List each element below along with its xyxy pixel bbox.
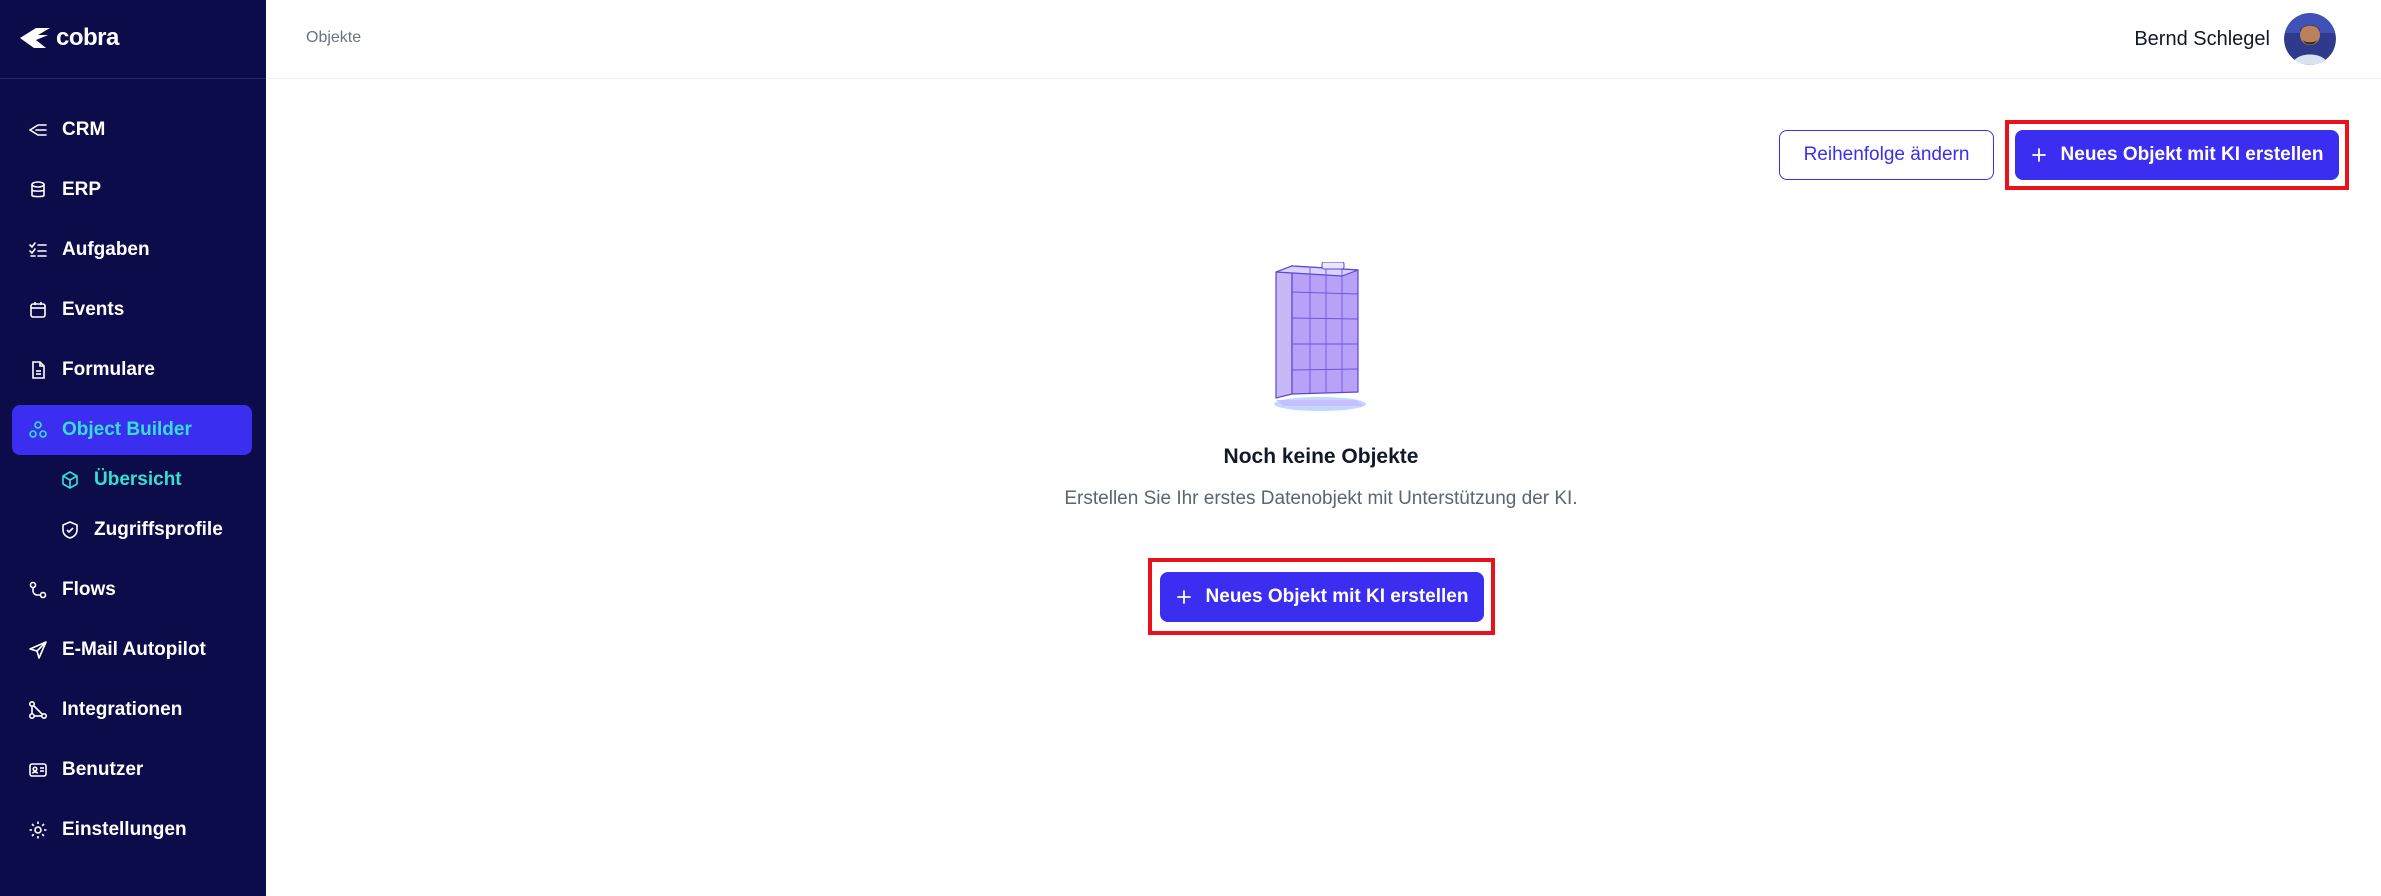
reorder-button[interactable]: Reihenfolge ändern xyxy=(1779,130,1994,180)
sidebar-item-integrationen[interactable]: Integrationen xyxy=(12,685,252,735)
sidebar-divider xyxy=(0,78,266,79)
empty-state-illustration-icon xyxy=(1274,262,1366,411)
plus-icon xyxy=(1176,590,1191,604)
user-name: Bernd Schlegel xyxy=(2134,27,2270,50)
sidebar-item-formulare[interactable]: Formulare xyxy=(12,345,252,395)
sidebar-item-label: ERP xyxy=(62,179,102,200)
cube-icon xyxy=(60,470,80,490)
sidebar-subitem-zugriffsprofile[interactable]: Zugriffsprofile xyxy=(60,508,252,552)
database-icon xyxy=(28,180,48,200)
sidebar-item-aufgaben[interactable]: Aufgaben xyxy=(12,225,252,275)
sidebar-item-events[interactable]: Events xyxy=(12,285,252,335)
sidebar-item-label: E-Mail Autopilot xyxy=(62,639,206,660)
sidebar-item-label: Events xyxy=(62,299,125,320)
integration-icon xyxy=(28,700,48,720)
plus-icon xyxy=(2031,148,2046,162)
id-card-icon xyxy=(28,760,48,780)
object-builder-icon xyxy=(28,420,48,440)
sidebar-item-label: Einstellungen xyxy=(62,819,187,840)
sidebar-item-flows[interactable]: Flows xyxy=(12,565,252,615)
sidebar-item-label: Benutzer xyxy=(62,759,144,780)
create-object-ai-label: Neues Objekt mit KI erstellen xyxy=(2060,144,2324,165)
create-object-ai-label: Neues Objekt mit KI erstellen xyxy=(1205,586,1469,607)
crm-arrows-icon xyxy=(28,120,48,140)
sidebar-item-label: Aufgaben xyxy=(62,239,150,260)
sidebar-item-email-autopilot[interactable]: E-Mail Autopilot xyxy=(12,625,252,675)
document-icon xyxy=(28,360,48,380)
sidebar-item-label: Flows xyxy=(62,579,116,600)
create-object-ai-button-center[interactable]: Neues Objekt mit KI erstellen xyxy=(1160,572,1484,622)
sidebar-item-object-builder[interactable]: Object Builder xyxy=(12,405,252,455)
brand-name: cobra xyxy=(56,24,119,51)
sidebar-item-label: Formulare xyxy=(62,359,155,380)
sidebar: cobra CRM ERP Aufgaben Events Formulare … xyxy=(0,0,266,896)
cobra-logo-icon xyxy=(20,28,50,48)
paper-plane-icon xyxy=(28,640,48,660)
sidebar-subitem-uebersicht[interactable]: Übersicht xyxy=(60,458,252,502)
top-header: Objekte Bernd Schlegel xyxy=(266,0,2381,79)
sidebar-item-label: Object Builder xyxy=(62,419,192,440)
sidebar-item-label: CRM xyxy=(62,119,106,140)
sidebar-subitem-label: Zugriffsprofile xyxy=(94,519,223,540)
gear-icon xyxy=(28,820,48,840)
sidebar-item-erp[interactable]: ERP xyxy=(12,165,252,215)
sidebar-item-einstellungen[interactable]: Einstellungen xyxy=(12,805,252,855)
shield-icon xyxy=(60,520,80,540)
sidebar-item-benutzer[interactable]: Benutzer xyxy=(12,745,252,795)
empty-state-subtitle: Erstellen Sie Ihr erstes Datenobjekt mit… xyxy=(1064,488,1578,509)
brand[interactable]: cobra xyxy=(16,22,119,54)
avatar[interactable] xyxy=(2284,13,2336,65)
sidebar-item-crm[interactable]: CRM xyxy=(12,105,252,155)
breadcrumb[interactable]: Objekte xyxy=(306,29,361,47)
flow-icon xyxy=(28,580,48,600)
sidebar-item-label: Integrationen xyxy=(62,699,183,720)
checklist-icon xyxy=(28,240,48,260)
user-menu[interactable]: Bernd Schlegel xyxy=(2134,13,2336,65)
sidebar-subitem-label: Übersicht xyxy=(94,469,182,490)
calendar-icon xyxy=(28,300,48,320)
empty-state-title: Noch keine Objekte xyxy=(1223,445,1419,468)
create-object-ai-button[interactable]: Neues Objekt mit KI erstellen xyxy=(2015,130,2339,180)
